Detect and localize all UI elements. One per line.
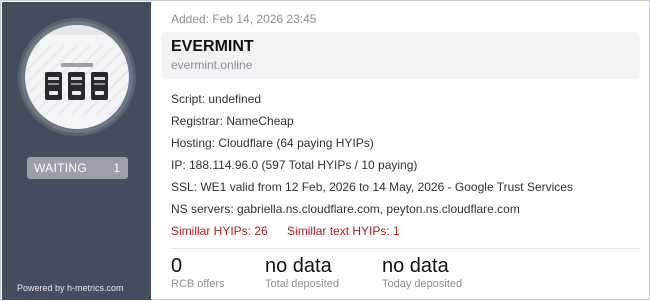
hosting-info: Hosting: Cloudflare (64 paying HYIPs) xyxy=(171,136,374,150)
hyip-card: WAITING 1 Powered by h-metrics.com Added… xyxy=(0,0,650,300)
status-badge[interactable]: WAITING 1 xyxy=(27,157,128,179)
divider xyxy=(171,248,640,249)
script-info: Script: undefined xyxy=(171,92,262,106)
similar-links: Simillar HYIPs: 26 Simillar text HYIPs: … xyxy=(171,224,416,238)
powered-by-link[interactable]: Powered by h-metrics.com xyxy=(17,283,124,293)
stat-label: Today deposited xyxy=(382,278,463,290)
screenshot-image xyxy=(25,25,129,129)
main-panel: Added: Feb 14, 2026 23:45 EVERMINT everm… xyxy=(161,1,649,301)
similar-hyips-link[interactable]: Simillar HYIPs: 26 xyxy=(171,224,268,238)
project-name[interactable]: EVERMINT xyxy=(171,38,254,56)
stat-total-deposited: no data Total deposited xyxy=(265,254,339,290)
stat-label: Total deposited xyxy=(265,278,339,290)
stat-value: no data xyxy=(382,255,449,277)
ns-info: NS servers: gabriella.ns.cloudflare.com,… xyxy=(171,202,520,216)
sidebar: WAITING 1 Powered by h-metrics.com xyxy=(2,2,151,300)
status-label: WAITING xyxy=(34,161,87,175)
stat-value: 0 xyxy=(171,255,183,277)
similar-text-hyips-link[interactable]: Simillar text HYIPs: 1 xyxy=(287,224,400,238)
stat-value: no data xyxy=(265,255,332,277)
added-date: Added: Feb 14, 2026 23:45 xyxy=(171,12,317,26)
stat-rcb-offers: 0 RCB offers xyxy=(171,254,225,290)
ssl-info: SSL: WE1 valid from 12 Feb, 2026 to 14 M… xyxy=(171,180,573,194)
registrar-info: Registrar: NameCheap xyxy=(171,114,294,128)
site-screenshot-thumbnail[interactable] xyxy=(21,21,133,133)
project-header: EVERMINT evermint.online xyxy=(161,32,640,79)
ip-info: IP: 188.114.96.0 (597 Total HYIPs / 10 p… xyxy=(171,158,418,172)
status-count: 1 xyxy=(113,161,120,175)
project-url[interactable]: evermint.online xyxy=(171,58,252,72)
stat-today-deposited: no data Today deposited xyxy=(382,254,462,290)
stat-label: RCB offers xyxy=(171,278,225,290)
